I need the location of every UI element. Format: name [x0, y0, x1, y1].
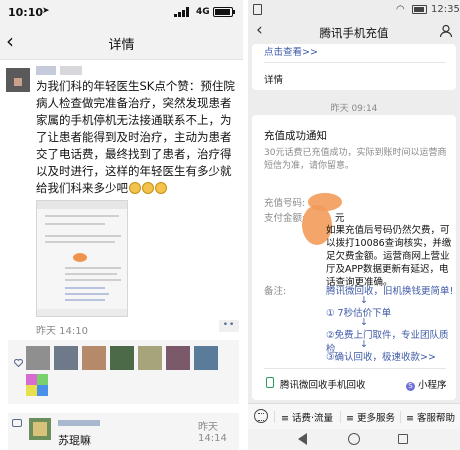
bottom-menu: ≡ 话费·流量 ≡ 更多服务 ≡ 客服帮助 — [248, 403, 460, 429]
divider — [264, 62, 446, 63]
thumbnail-line — [45, 223, 105, 225]
menu-item-topup-data[interactable]: ≡ 话费·流量 — [281, 410, 333, 424]
liker-avatar — [37, 385, 48, 396]
commenter-avatar[interactable] — [29, 418, 51, 440]
left-screenshot-panel: 10:10 ➤ 4G ‹ 详情 为我们科的年轻医生SK点个赞：预住院病人检查做完… — [0, 0, 243, 450]
page-title: 详情 — [108, 38, 135, 53]
liker-avatar[interactable] — [26, 374, 37, 385]
menu-separator — [274, 411, 275, 423]
nav-recents-square-icon[interactable] — [398, 434, 408, 444]
liker-avatar[interactable] — [166, 346, 190, 370]
wifi-icon: ◠ — [396, 4, 405, 15]
previous-message-card: 点击查看>> 详情 — [252, 44, 456, 90]
recharge-notification-card: 充值成功通知 30元话费已充值成功，实际到账时间以运营商短信为准，请你留意。 充… — [252, 115, 456, 400]
commenter-name-redacted[interactable] — [58, 420, 100, 426]
comment-icon — [12, 419, 22, 427]
status-bar: ◠ 12:35 — [248, 0, 460, 20]
comment-timestamp: 昨天 14:14 — [198, 422, 227, 444]
right-screenshot-panel: ◠ 12:35 ‹ 腾讯手机充值 点击查看>> 详情 昨天 09:14 充值成功… — [248, 0, 460, 450]
comment-text: 苏琨嘛 — [58, 434, 91, 447]
menu-separator — [400, 411, 401, 423]
notification-title: 充值成功通知 — [264, 130, 327, 142]
heart-icon — [14, 359, 23, 367]
battery-icon — [213, 7, 235, 17]
status-time: 10:10 — [8, 6, 44, 19]
phone-number-label: 充值号码: — [264, 198, 306, 209]
thumbnail-header — [37, 201, 127, 209]
phone-icon — [266, 377, 274, 388]
nav-back-triangle-icon[interactable] — [298, 433, 307, 445]
location-arrow-icon: ➤ — [42, 6, 50, 16]
signal-icon — [174, 7, 194, 17]
menu-separator — [340, 411, 341, 423]
likes-section — [8, 340, 239, 404]
recycle-promo-link[interactable]: 腾讯微回收，旧机换钱更简单! — [326, 283, 453, 297]
author-name-redacted-2 — [60, 66, 82, 75]
liker-avatar[interactable] — [194, 346, 218, 370]
thumbnail-line — [45, 215, 119, 217]
recharge-note: 如果充值后号码仍然欠费，可以拨打10086查询核实，并缴足欠费金额。运营商网上营… — [326, 225, 452, 288]
thumbnail-line — [45, 241, 115, 243]
mini-program-link[interactable]: 腾讯微回收手机回收 — [280, 377, 366, 391]
sd-card-icon — [253, 4, 262, 15]
avatar[interactable] — [6, 68, 30, 92]
remark-label: 备注: — [264, 286, 287, 297]
promo-step-1[interactable]: ① 7秒估价下单 — [326, 305, 391, 319]
amount-label: 支付金额: — [264, 213, 306, 224]
thumbnail-line — [65, 287, 105, 289]
emoji-icon — [142, 182, 154, 194]
thumbnail-line — [65, 273, 117, 275]
emoji-icon — [155, 182, 167, 194]
thumbnail-line — [65, 293, 109, 295]
details-link[interactable]: 详情 — [264, 72, 283, 86]
thumbnail-line — [65, 279, 121, 281]
system-navigation-bar — [248, 429, 460, 450]
thumbnail-line — [65, 299, 105, 301]
person-icon[interactable] — [439, 24, 453, 38]
nav-home-circle-icon[interactable] — [348, 433, 360, 445]
battery-icon — [412, 5, 427, 14]
more-actions-button[interactable]: •• — [219, 320, 239, 332]
thumbnail-footer — [37, 309, 127, 316]
menu-item-more-services[interactable]: ≡ 更多服务 — [346, 410, 395, 424]
mini-program-tag[interactable]: 小程序 — [406, 377, 447, 391]
notification-description: 30元话费已充值成功，实际到账时间以运营商短信为准，请你留意。 — [264, 148, 447, 171]
divider — [264, 368, 446, 369]
comments-section: 昨天 14:14 苏琨嘛 — [8, 413, 239, 450]
thumbnail-redaction — [73, 253, 87, 262]
page-title: 腾讯手机充值 — [319, 26, 389, 40]
liker-avatar[interactable] — [54, 346, 78, 370]
click-to-view-link[interactable]: 点击查看>> — [264, 44, 318, 58]
attached-screenshot-image[interactable] — [36, 200, 128, 317]
keyboard-icon[interactable] — [254, 409, 268, 423]
post-timestamp: 昨天 14:10 — [36, 326, 88, 337]
promo-step-3-link[interactable]: ③确认回收，极速收款>> — [326, 349, 436, 363]
liker-avatar — [26, 385, 37, 396]
liker-avatar[interactable] — [26, 346, 50, 370]
network-type: 4G — [196, 7, 210, 17]
author-name-redacted[interactable] — [36, 66, 56, 75]
liker-avatar[interactable] — [110, 346, 134, 370]
emoji-icon — [129, 182, 141, 194]
nav-bar: ‹ 腾讯手机充值 — [248, 20, 460, 44]
thumbnail-line — [45, 235, 121, 237]
liker-avatar — [37, 374, 48, 385]
thumbnail-line — [65, 267, 121, 269]
amount-unit: 元 — [335, 213, 345, 224]
status-time: 12:35 — [431, 4, 460, 15]
nav-bar: ‹ 详情 — [0, 24, 243, 60]
liker-avatar[interactable] — [82, 346, 106, 370]
liker-avatar[interactable] — [138, 346, 162, 370]
menu-item-customer-help[interactable]: ≡ 客服帮助 — [406, 410, 455, 424]
message-timestamp: 昨天 09:14 — [330, 104, 378, 114]
post-text: 为我们科的年轻医生SK点个赞：预住院病人检查做完准备治疗，突然发现患者家属的手机… — [36, 79, 235, 195]
status-bar: 10:10 ➤ 4G — [0, 0, 243, 24]
post-content: 为我们科的年轻医生SK点个赞：预住院病人检查做完准备治疗，突然发现患者家属的手机… — [36, 78, 239, 197]
